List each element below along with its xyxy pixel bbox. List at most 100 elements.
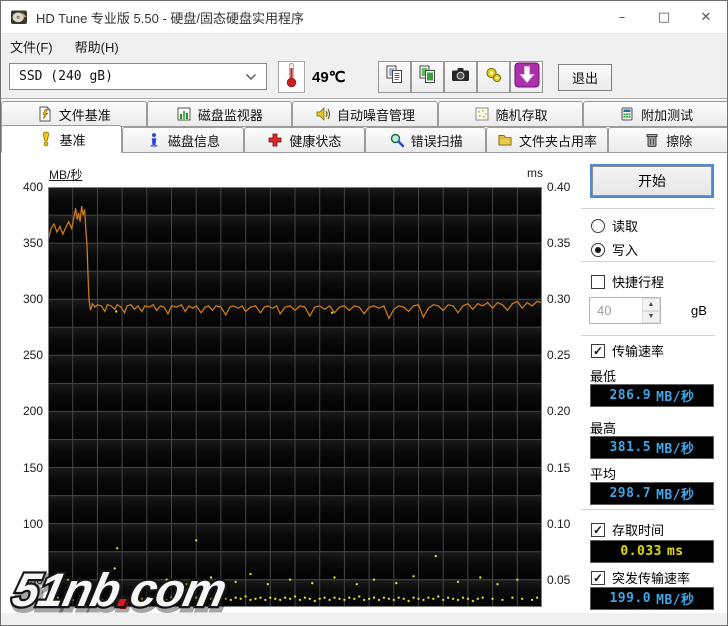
window-title: HD Tune 专业版 5.50 - 硬盘/固态硬盘实用程序 <box>36 10 304 26</box>
right-axis-tick: 0.35 <box>547 236 571 250</box>
tab-label: 附加测试 <box>641 107 694 123</box>
left-axis-tick: 350 <box>22 236 43 250</box>
access-time-checkbox[interactable] <box>591 522 605 537</box>
tab-file-benchmark[interactable]: 文件基准 <box>1 101 147 127</box>
right-axis-tick: 0.15 <box>547 461 571 475</box>
short-stroke-checkbox-row[interactable]: 快捷行程 <box>591 272 664 291</box>
tab-health[interactable]: 健康状态 <box>243 127 365 153</box>
right-axis-tick: 0.30 <box>547 292 571 306</box>
start-button[interactable]: 开始 <box>590 164 714 198</box>
radio-read[interactable]: 读取 <box>591 216 638 235</box>
right-axis-tick: 0.20 <box>547 404 571 418</box>
exit-button[interactable]: 退出 <box>558 64 612 91</box>
random-access-icon <box>474 106 490 122</box>
maximize-button[interactable]: □ <box>643 1 685 33</box>
copy-image-button[interactable] <box>411 61 444 93</box>
aam-icon <box>315 106 331 122</box>
file-benchmark-icon <box>37 106 53 122</box>
left-axis-tick: 100 <box>22 517 43 531</box>
access-time-unit: ms <box>666 544 684 559</box>
erase-icon <box>644 132 660 148</box>
left-axis-tick: 200 <box>22 404 43 418</box>
tab-benchmark[interactable]: 基准 <box>1 125 123 153</box>
short-stroke-label: 快捷行程 <box>612 275 665 290</box>
tab-extra-tests[interactable]: 附加测试 <box>583 101 727 127</box>
radio-write-label: 写入 <box>612 243 639 258</box>
burst-rate-display: 199.0 MB/秒 <box>590 587 714 610</box>
radio-write[interactable]: 写入 <box>591 240 638 259</box>
titlebar: HD Tune 专业版 5.50 - 硬盘/固态硬盘实用程序 – □ ✕ <box>1 1 727 34</box>
window-bottom-strip <box>1 613 727 625</box>
temperature-indicator <box>278 61 305 93</box>
screenshot-button[interactable] <box>444 61 477 93</box>
radio-write-control[interactable] <box>591 242 605 257</box>
close-button[interactable]: ✕ <box>685 1 727 33</box>
max-label: 最高 <box>590 421 617 436</box>
burst-rate-value: 199.0 <box>609 591 652 606</box>
tab-disk-monitor[interactable]: 磁盘监视器 <box>146 101 293 127</box>
access-time-checkbox-row[interactable]: 存取时间 <box>591 520 664 539</box>
right-axis-unit: ms <box>527 166 543 180</box>
tab-label: 磁盘监视器 <box>197 107 263 123</box>
right-axis-tick: 0.25 <box>547 348 571 362</box>
tab-label: 错误扫描 <box>410 133 463 149</box>
transfer-rate-checkbox-row[interactable]: 传输速率 <box>591 341 664 360</box>
avg-value: 298.7 <box>609 486 652 501</box>
radio-read-control[interactable] <box>591 218 605 233</box>
disk-info-icon <box>146 132 162 148</box>
temperature-value: 49℃ <box>312 69 346 86</box>
transfer-rate-label: 传输速率 <box>612 344 665 359</box>
tab-error-scan[interactable]: 错误扫描 <box>364 127 487 153</box>
short-stroke-stepper[interactable]: 40 ▲ ▼ <box>589 297 661 324</box>
tab-label: 文件基准 <box>58 107 111 123</box>
left-axis-tick: 250 <box>22 348 43 362</box>
avg-label: 平均 <box>590 467 617 482</box>
panel-divider <box>581 208 715 209</box>
max-value-display: 381.5 MB/秒 <box>590 436 714 459</box>
short-stroke-unit: gB <box>691 303 707 318</box>
error-scan-icon <box>389 132 405 148</box>
copy-text-button[interactable] <box>378 61 411 93</box>
tab-row-primary: 基准 磁盘信息 健康状态 错误扫描 文件夹占用率 擦除 <box>1 125 727 153</box>
options-button[interactable] <box>477 61 510 93</box>
spin-up-icon[interactable]: ▲ <box>642 298 660 311</box>
right-axis-tick: 0.40 <box>547 180 571 194</box>
avg-unit: MB/秒 <box>656 488 695 503</box>
health-icon <box>267 132 283 148</box>
access-time-label: 存取时间 <box>612 523 665 538</box>
panel-divider <box>581 335 715 336</box>
right-axis-tick: 0.10 <box>547 517 571 531</box>
burst-rate-checkbox-row[interactable]: 突发传输速率 <box>591 568 690 587</box>
min-label: 最低 <box>590 369 617 384</box>
options-icon <box>483 64 504 90</box>
min-value-display: 286.9 MB/秒 <box>590 384 714 407</box>
tab-random-access[interactable]: 随机存取 <box>437 101 584 127</box>
menu-file[interactable]: 文件(F) <box>10 37 53 56</box>
camera-icon <box>450 64 471 90</box>
burst-rate-checkbox[interactable] <box>591 570 605 585</box>
min-unit: MB/秒 <box>656 390 695 405</box>
spin-down-icon[interactable]: ▼ <box>642 310 660 323</box>
tab-disk-info[interactable]: 磁盘信息 <box>122 127 244 153</box>
start-button-label: 开始 <box>638 173 666 189</box>
burst-rate-label: 突发传输速率 <box>612 571 691 586</box>
drive-select[interactable]: SSD (240 gB) <box>9 63 267 90</box>
benchmark-icon <box>38 131 54 147</box>
menu-help[interactable]: 帮助(H) <box>75 37 119 56</box>
minimize-button[interactable]: – <box>601 1 643 33</box>
short-stroke-checkbox[interactable] <box>591 274 605 289</box>
update-button[interactable] <box>510 61 543 93</box>
tab-label: 文件夹占用率 <box>518 133 597 149</box>
download-arrow-icon <box>514 62 540 93</box>
app-logo-icon <box>10 8 28 26</box>
tab-erase[interactable]: 擦除 <box>607 127 727 153</box>
copy-image-icon <box>417 64 438 90</box>
benchmark-page: MB/秒 ms 开始 读取 写入 快捷行程 40 ▲ ▼ gB ✓ 传输速率 最… <box>1 153 727 613</box>
tab-aam[interactable]: 自动噪音管理 <box>292 101 438 127</box>
panel-divider <box>581 509 715 510</box>
access-time-display: 0.033 ms <box>590 540 714 563</box>
tab-folder-usage[interactable]: 文件夹占用率 <box>486 127 608 153</box>
min-value: 286.9 <box>609 388 652 403</box>
transfer-rate-checkbox[interactable] <box>591 343 605 358</box>
extra-tests-icon <box>619 106 635 122</box>
